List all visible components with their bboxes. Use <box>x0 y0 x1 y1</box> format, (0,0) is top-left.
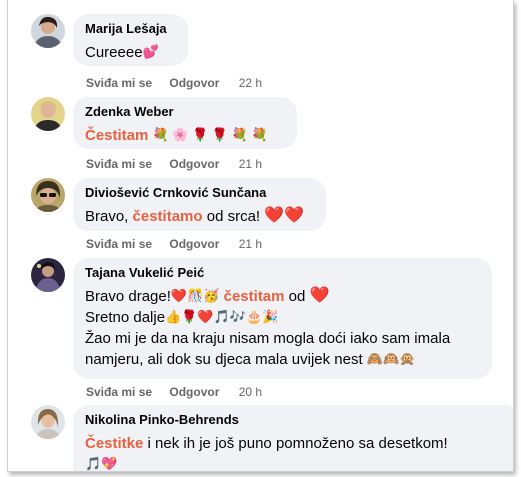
highlighted-word[interactable]: čestitamo <box>133 208 203 225</box>
comment-text: od <box>288 288 306 305</box>
highlighted-word[interactable]: Čestitam <box>85 127 148 144</box>
comment-text: Bravo drage! <box>85 288 171 305</box>
monkey-emoji: 🙈🙉🙊 <box>366 351 416 366</box>
comment-bubble: Nikolina Pinko-Behrends Čestitke i nek i… <box>73 405 513 471</box>
comment-bubble: Diviošević Crnković Sunčana Bravo, česti… <box>73 178 326 231</box>
like-button[interactable]: Sviđa mi se <box>86 385 152 399</box>
timestamp[interactable]: 20 h <box>239 385 262 399</box>
like-button[interactable]: Sviđa mi se <box>86 157 152 171</box>
comment-text: od srca! <box>206 208 261 225</box>
reply-button[interactable]: Odgovor <box>169 385 219 399</box>
flowers-emoji: 💐 🌸 🌹 🌹 💐 💐 <box>152 127 268 142</box>
music-heart-emoji: 🎵💖 <box>85 456 118 471</box>
comment-text: Cureeee <box>85 44 143 61</box>
highlighted-word[interactable]: Čestitke <box>85 435 143 452</box>
avatar[interactable] <box>31 258 65 292</box>
comment-actions: Sviđa mi se Odgovor 21 h <box>86 157 276 171</box>
author-name[interactable]: Diviošević Crnković Sunčana <box>85 185 314 201</box>
like-button[interactable]: Sviđa mi se <box>86 237 152 251</box>
comment-bubble: Tajana Vukelić Peić Bravo drage!❤️🎊🥳 čes… <box>73 258 492 379</box>
author-name[interactable]: Nikolina Pinko-Behrends <box>85 412 509 428</box>
comment-text: Sretno dalje <box>85 309 166 326</box>
author-name[interactable]: Zdenka Weber <box>85 104 285 120</box>
comments-panel: Marija Lešaja Cureeee💕 Sviđa mi se Odgov… <box>7 0 514 472</box>
celebration-emoji: 👍🌹❤️🎵🎶🎂🎉 <box>165 309 279 324</box>
comment-actions: Sviđa mi se Odgovor 20 h <box>86 385 276 399</box>
reply-button[interactable]: Odgovor <box>169 157 219 171</box>
comment-text: Žao mi je da na kraju nisam mogla doći i… <box>85 330 451 347</box>
comment-text: namjeru, ali dok su djeca mala uvijek ne… <box>85 351 363 368</box>
avatar[interactable] <box>31 178 65 212</box>
comment-text: i nek ih je još puno pomnoženo sa desetk… <box>147 435 448 452</box>
comment-bubble: Marija Lešaja Cureeee💕 <box>73 14 188 66</box>
timestamp[interactable]: 21 h <box>239 157 262 171</box>
heart-icon: ❤️ <box>309 287 330 304</box>
party-emoji: ❤️🎊🥳 <box>170 288 220 303</box>
timestamp[interactable]: 21 h <box>239 237 262 251</box>
reply-button[interactable]: Odgovor <box>169 237 219 251</box>
author-name[interactable]: Tajana Vukelić Peić <box>85 265 480 281</box>
reply-button[interactable]: Odgovor <box>169 76 219 90</box>
avatar[interactable] <box>31 97 65 131</box>
comment-bubble: Zdenka Weber Čestitam 💐 🌸 🌹 🌹 💐 💐 <box>73 97 297 149</box>
comment-actions: Sviđa mi se Odgovor 21 h <box>86 237 276 251</box>
avatar[interactable] <box>31 405 65 439</box>
highlighted-word[interactable]: čestitam <box>224 288 285 305</box>
timestamp[interactable]: 22 h <box>239 76 262 90</box>
hearts-emoji: ❤️❤️ <box>264 207 305 224</box>
author-name[interactable]: Marija Lešaja <box>85 21 176 37</box>
hearts-emoji: 💕 <box>142 44 159 59</box>
comment-text: Bravo, <box>85 208 129 225</box>
like-button[interactable]: Sviđa mi se <box>86 76 152 90</box>
comment-actions: Sviđa mi se Odgovor 22 h <box>86 76 276 90</box>
avatar[interactable] <box>31 14 65 48</box>
